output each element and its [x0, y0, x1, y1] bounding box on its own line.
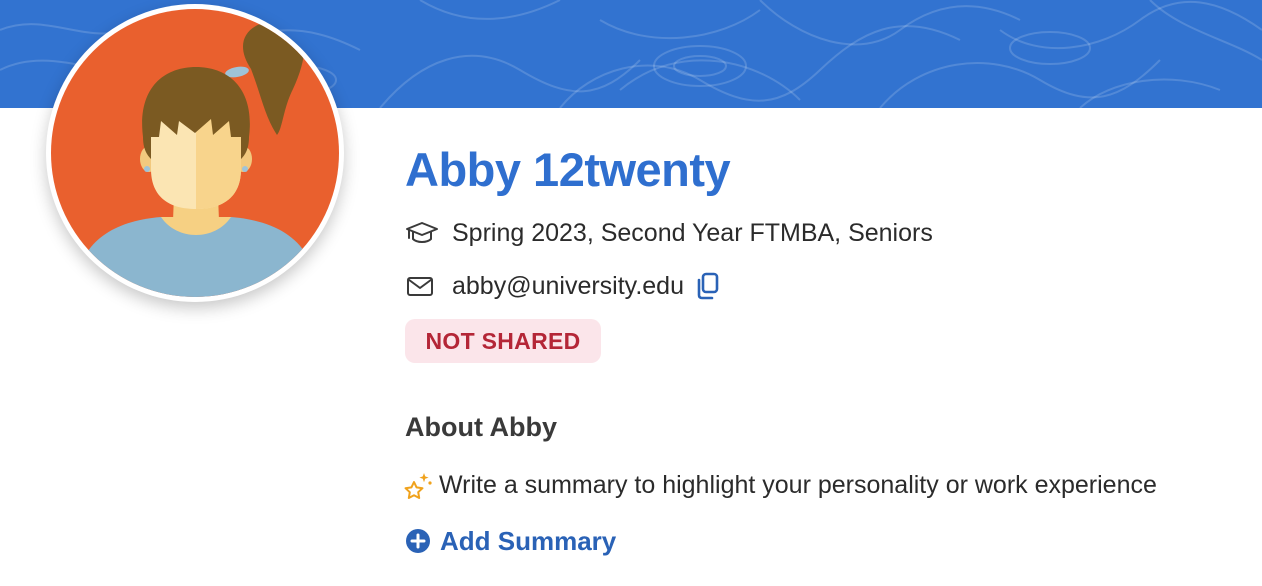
- email-text: abby@university.edu: [452, 271, 684, 300]
- graduation-cap-icon: [405, 218, 439, 248]
- avatar[interactable]: [46, 4, 344, 302]
- plus-circle-icon: [405, 528, 431, 554]
- copy-email-button[interactable]: [696, 272, 720, 300]
- copy-icon: [697, 272, 719, 300]
- profile-page: Abby 12twenty Spring 2023, Second Year F…: [0, 0, 1262, 586]
- envelope-icon: [405, 271, 439, 301]
- add-summary-button[interactable]: Add Summary: [405, 523, 616, 559]
- about-heading: About Abby: [405, 412, 557, 442]
- share-status-badge: NOT SHARED: [405, 319, 601, 363]
- add-summary-label[interactable]: Add Summary: [440, 526, 616, 557]
- profile-name: Abby 12twenty: [405, 143, 731, 196]
- email-row: abby@university.edu: [405, 270, 720, 302]
- program-row: Spring 2023, Second Year FTMBA, Seniors: [405, 217, 933, 249]
- summary-hint: Write a summary to highlight your person…: [403, 468, 1157, 502]
- program-text: Spring 2023, Second Year FTMBA, Seniors: [452, 218, 933, 247]
- sparkle-star-icon: [403, 470, 433, 500]
- avatar-illustration: [51, 9, 339, 297]
- summary-hint-text: Write a summary to highlight your person…: [439, 470, 1157, 499]
